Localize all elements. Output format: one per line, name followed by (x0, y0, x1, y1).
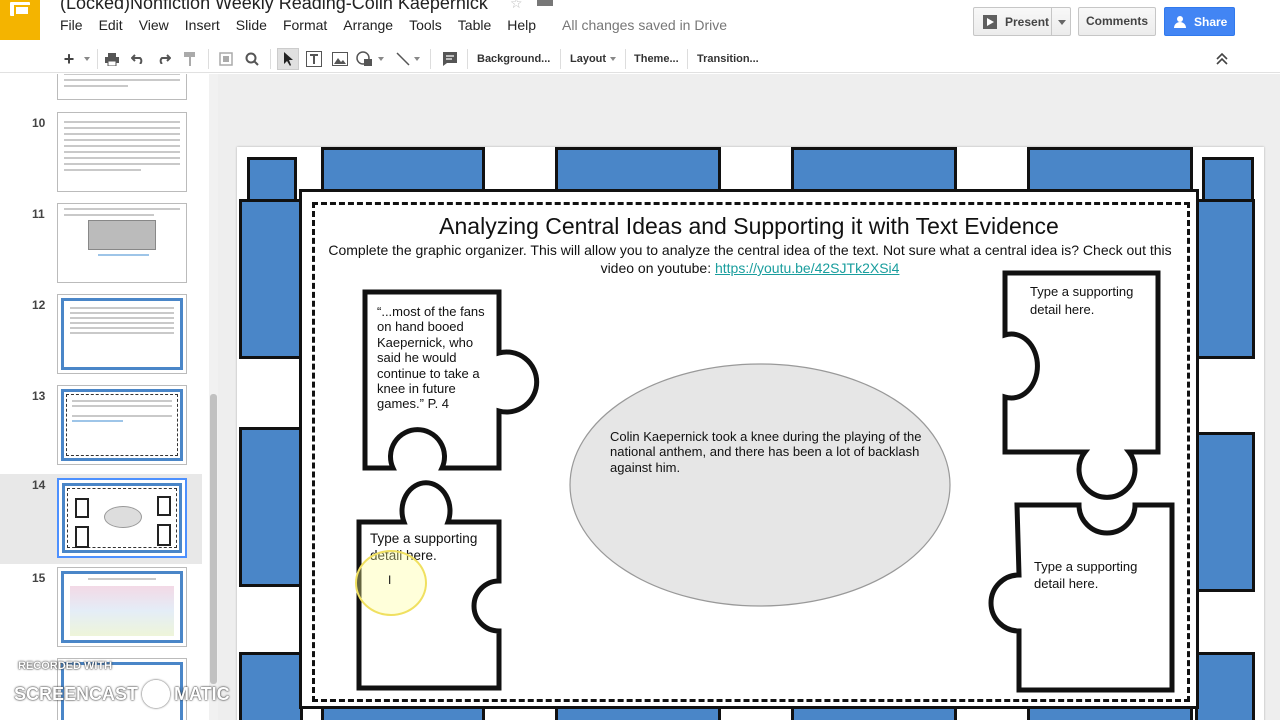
slide-thumbnail-9[interactable] (0, 74, 202, 114)
central-idea-textbox[interactable]: Colin Kaepernick took a knee during the … (610, 429, 930, 475)
document-title[interactable]: (Locked)Nonfiction Weekly Reading-Colin … (60, 0, 488, 14)
person-icon (1174, 16, 1187, 28)
menu-tools[interactable]: Tools (401, 14, 450, 36)
slide-number: 14 (32, 478, 46, 492)
image-icon[interactable] (330, 48, 350, 70)
line-icon[interactable] (393, 48, 423, 70)
puzzle-piece-bottom-right (988, 502, 1175, 693)
menu-file[interactable]: File (52, 14, 91, 36)
print-icon[interactable] (103, 48, 121, 70)
menu-format[interactable]: Format (275, 14, 335, 36)
menu-insert[interactable]: Insert (177, 14, 228, 36)
slide-number: 10 (32, 116, 46, 130)
slide-thumbnail-14[interactable]: 14 (0, 474, 202, 564)
fit-zoom-icon[interactable] (217, 48, 235, 70)
star-icon[interactable]: ☆ (510, 0, 523, 12)
folder-icon[interactable] (537, 0, 553, 6)
central-idea-ellipse (569, 363, 951, 607)
new-slide-caret-icon[interactable] (82, 48, 92, 70)
shape-icon[interactable] (355, 48, 385, 70)
slide-14: Analyzing Central Ideas and Supporting i… (237, 147, 1264, 720)
slide-filmstrip: 10 11 12 13 14 15 (0, 74, 218, 720)
theme-button[interactable]: Theme... (634, 48, 679, 70)
comments-button[interactable]: Comments (1078, 7, 1156, 36)
slide-thumbnail-13[interactable]: 13 (0, 385, 202, 475)
filmstrip-scrollbar[interactable] (209, 74, 218, 720)
quote-textbox[interactable]: “...most of the fans on hand booed Kaepe… (377, 304, 489, 412)
menu-slide[interactable]: Slide (228, 14, 275, 36)
layout-label: Layout (570, 53, 607, 65)
supporting-detail-top-right[interactable]: Type a supporting detail here. (1030, 283, 1148, 318)
watermark-line1: RECORDED WITH (18, 660, 113, 672)
slide-number: 13 (32, 389, 46, 403)
screencast-logo-icon (142, 680, 171, 708)
present-label: Present (1005, 14, 1050, 29)
slide-thumbnail-10[interactable]: 10 (0, 112, 202, 202)
new-slide-plus-icon[interactable]: + (60, 48, 78, 70)
watermark-right-text: MATIC (174, 683, 230, 704)
slide-thumbnail-12[interactable]: 12 (0, 294, 202, 384)
collapse-toolbar-chevron-icon[interactable] (1214, 48, 1230, 70)
text-box-icon[interactable] (304, 48, 324, 70)
undo-icon[interactable] (129, 48, 147, 70)
present-options-caret-icon[interactable] (1058, 20, 1066, 25)
menu-help[interactable]: Help (499, 14, 544, 36)
layout-button[interactable]: Layout (570, 48, 617, 70)
transition-button[interactable]: Transition... (697, 48, 759, 70)
supporting-detail-bottom-right[interactable]: Type a supporting detail here. (1034, 558, 1154, 592)
slides-logo-icon[interactable] (0, 0, 40, 40)
slide-thumbnail-15[interactable]: 15 (0, 567, 202, 657)
select-arrow-icon[interactable] (277, 48, 299, 70)
watermark-left-text: SCREENCAST (14, 683, 139, 704)
present-button[interactable]: Present (973, 7, 1071, 36)
share-label: Share (1194, 14, 1228, 29)
background-button[interactable]: Background... (477, 48, 550, 70)
slide-number: 12 (32, 298, 46, 312)
slide-thumbnail-11[interactable]: 11 (0, 203, 202, 293)
save-status[interactable]: All changes saved in Drive (562, 17, 727, 33)
slides-app: (Locked)Nonfiction Weekly Reading-Colin … (0, 0, 1280, 720)
play-icon (983, 14, 997, 29)
menu-bar: File Edit View Insert Slide Format Arran… (52, 14, 727, 36)
slide-number: 15 (32, 571, 46, 585)
toolbar: + Background... Layout Theme... Transiti… (0, 44, 1280, 73)
menu-table[interactable]: Table (450, 14, 499, 36)
watermark-line2: SCREENCAST MATIC (14, 680, 230, 708)
comment-icon[interactable] (440, 48, 460, 70)
slide-number: 11 (32, 207, 45, 221)
menu-arrange[interactable]: Arrange (335, 14, 401, 36)
text-cursor-icon: I (388, 573, 392, 587)
zoom-icon[interactable] (243, 48, 261, 70)
paint-format-icon[interactable] (181, 48, 199, 70)
layout-caret-icon (610, 57, 617, 62)
menu-edit[interactable]: Edit (91, 14, 131, 36)
share-button[interactable]: Share (1164, 7, 1235, 36)
redo-icon[interactable] (155, 48, 173, 70)
menu-view[interactable]: View (131, 14, 177, 36)
